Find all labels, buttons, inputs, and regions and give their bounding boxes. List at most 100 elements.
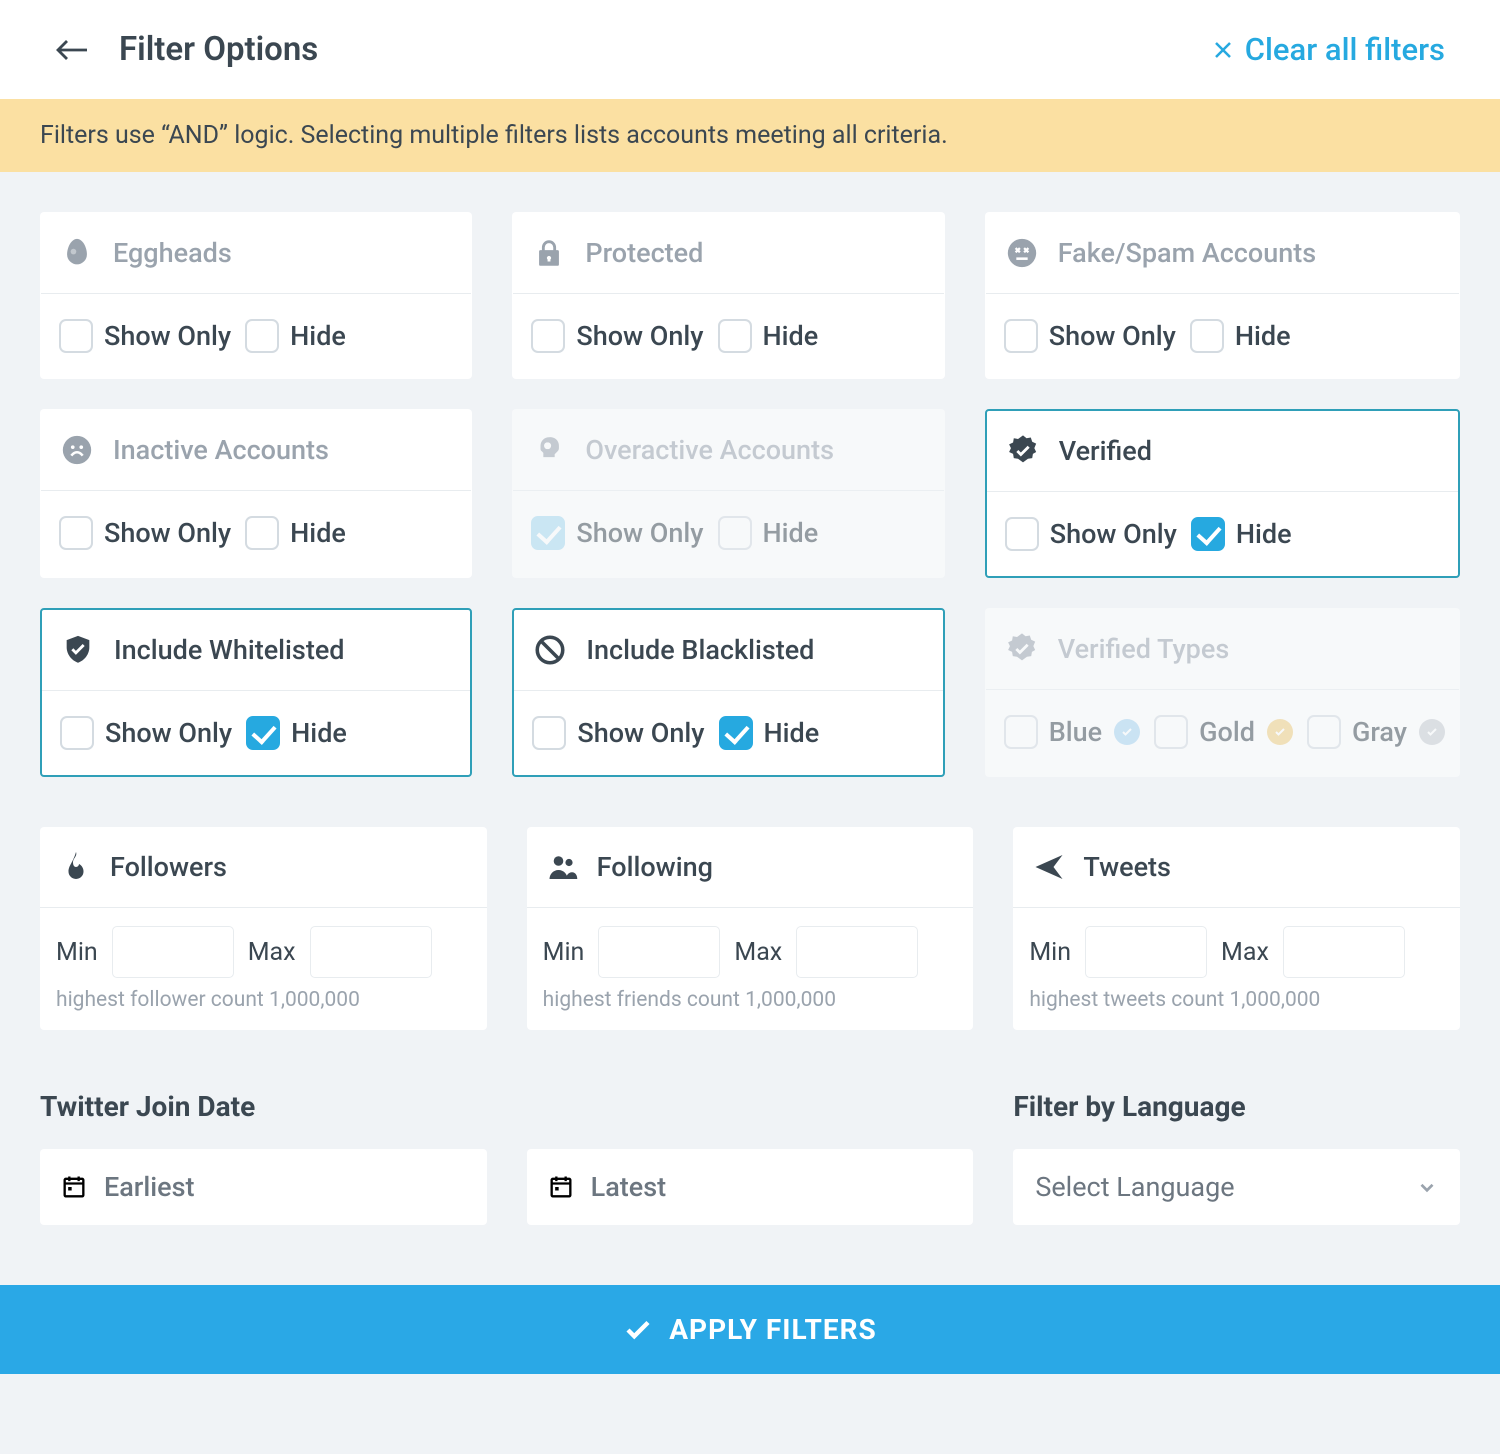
calendar-icon <box>60 1173 88 1201</box>
card-title: Verified Types <box>1058 633 1230 665</box>
verified-blue-icon <box>1114 719 1140 745</box>
card-body: Show Only Hide <box>41 491 471 575</box>
show-only-checkbox[interactable]: Show Only <box>527 316 703 356</box>
join-date-title: Twitter Join Date <box>40 1090 973 1123</box>
card-head: Inactive Accounts <box>41 410 471 491</box>
card-head: Fake/Spam Accounts <box>986 213 1459 294</box>
hide-checkbox[interactable]: Hide <box>715 713 820 753</box>
card-head: Verified Types <box>986 609 1459 690</box>
tweets-min-input[interactable] <box>1085 926 1207 978</box>
card-head: Overactive Accounts <box>513 410 943 491</box>
card-head: Protected <box>513 213 943 294</box>
earliest-label: Earliest <box>104 1171 194 1203</box>
card-inactive: Inactive Accounts Show Only Hide <box>40 409 472 578</box>
range-title: Tweets <box>1083 851 1171 883</box>
clear-all-filters-link[interactable]: Clear all filters <box>1213 31 1445 68</box>
card-head: Include Whitelisted <box>42 610 470 691</box>
ban-icon <box>532 632 568 668</box>
show-only-checkbox[interactable]: Show Only <box>55 316 231 356</box>
range-note: highest tweets count 1,000,000 <box>1013 988 1460 1030</box>
range-following: Following Min Max highest friends count … <box>527 827 974 1030</box>
header: Filter Options Clear all filters <box>0 0 1500 99</box>
language-title: Filter by Language <box>1013 1090 1460 1123</box>
card-head: Include Blacklisted <box>514 610 942 691</box>
egg-icon <box>59 235 95 271</box>
hide-checkbox[interactable]: Hide <box>1186 316 1291 356</box>
followers-min-input[interactable] <box>112 926 234 978</box>
verified-badge-icon <box>1004 631 1040 667</box>
gray-checkbox[interactable]: Gray <box>1303 712 1445 752</box>
lock-icon <box>531 235 567 271</box>
show-only-checkbox[interactable]: Show Only <box>1001 514 1177 554</box>
show-only-checkbox[interactable]: Show Only <box>528 713 704 753</box>
range-head: Following <box>527 827 974 908</box>
join-date-section: Twitter Join Date Earliest Latest <box>40 1090 973 1225</box>
latest-date-input[interactable]: Latest <box>527 1149 974 1225</box>
page-title: Filter Options <box>119 30 318 69</box>
range-cards-grid: Followers Min Max highest follower count… <box>0 787 1500 1040</box>
shield-check-icon <box>60 632 96 668</box>
latest-label: Latest <box>591 1171 666 1203</box>
chevron-down-icon <box>1416 1176 1438 1198</box>
following-max-input[interactable] <box>796 926 918 978</box>
calendar-icon <box>547 1173 575 1201</box>
gold-checkbox[interactable]: Gold <box>1150 712 1293 752</box>
card-title: Protected <box>585 237 703 269</box>
hide-checkbox[interactable]: Hide <box>242 713 347 753</box>
earliest-date-input[interactable]: Earliest <box>40 1149 487 1225</box>
hide-checkbox[interactable]: Hide <box>714 513 819 553</box>
following-min-input[interactable] <box>598 926 720 978</box>
card-overactive: Overactive Accounts Show Only Hide <box>512 409 944 578</box>
range-body: Min Max <box>40 908 487 988</box>
hide-checkbox[interactable]: Hide <box>241 513 346 553</box>
tweets-max-input[interactable] <box>1283 926 1405 978</box>
hide-checkbox[interactable]: Hide <box>1187 514 1292 554</box>
card-title: Include Whitelisted <box>114 634 345 666</box>
gear-head-icon <box>531 432 567 468</box>
max-label: Max <box>1221 938 1269 967</box>
max-label: Max <box>248 938 296 967</box>
card-body: Show Only Hide <box>513 491 943 575</box>
range-body: Min Max <box>527 908 974 988</box>
card-protected: Protected Show Only Hide <box>512 212 944 379</box>
blue-checkbox[interactable]: Blue <box>1000 712 1140 752</box>
followers-max-input[interactable] <box>310 926 432 978</box>
show-only-checkbox[interactable]: Show Only <box>1000 316 1176 356</box>
show-only-checkbox[interactable]: Show Only <box>56 713 232 753</box>
card-body: Show Only Hide <box>986 294 1459 378</box>
apply-filters-button[interactable]: APPLY FILTERS <box>0 1285 1500 1374</box>
show-only-checkbox[interactable]: Show Only <box>527 513 703 553</box>
card-head: Verified <box>987 411 1458 492</box>
range-head: Tweets <box>1013 827 1460 908</box>
card-body: Show Only Hide <box>42 691 470 775</box>
card-title: Eggheads <box>113 237 232 269</box>
show-only-checkbox[interactable]: Show Only <box>55 513 231 553</box>
back-button[interactable] <box>55 38 89 62</box>
dead-face-icon <box>1004 235 1040 271</box>
close-icon <box>1213 40 1233 60</box>
hide-checkbox[interactable]: Hide <box>241 316 346 356</box>
range-note: highest friends count 1,000,000 <box>527 988 974 1030</box>
flame-icon <box>58 849 94 885</box>
range-title: Followers <box>110 851 227 883</box>
range-note: highest follower count 1,000,000 <box>40 988 487 1030</box>
language-select[interactable]: Select Language <box>1013 1149 1460 1225</box>
sad-face-icon <box>59 432 95 468</box>
card-body: Blue Gold Gray <box>986 690 1459 774</box>
card-title: Verified <box>1059 435 1152 467</box>
header-left: Filter Options <box>55 30 318 69</box>
apply-label: APPLY FILTERS <box>669 1313 877 1346</box>
card-verified-types: Verified Types Blue Gold Gray <box>985 608 1460 777</box>
card-title: Overactive Accounts <box>585 434 834 466</box>
hide-checkbox[interactable]: Hide <box>714 316 819 356</box>
card-title: Inactive Accounts <box>113 434 329 466</box>
range-body: Min Max <box>1013 908 1460 988</box>
range-tweets: Tweets Min Max highest tweets count 1,00… <box>1013 827 1460 1030</box>
card-fake: Fake/Spam Accounts Show Only Hide <box>985 212 1460 379</box>
card-body: Show Only Hide <box>514 691 942 775</box>
card-body: Show Only Hide <box>987 492 1458 576</box>
range-followers: Followers Min Max highest follower count… <box>40 827 487 1030</box>
range-title: Following <box>597 851 713 883</box>
verified-gold-icon <box>1267 719 1293 745</box>
card-title: Include Blacklisted <box>586 634 814 666</box>
